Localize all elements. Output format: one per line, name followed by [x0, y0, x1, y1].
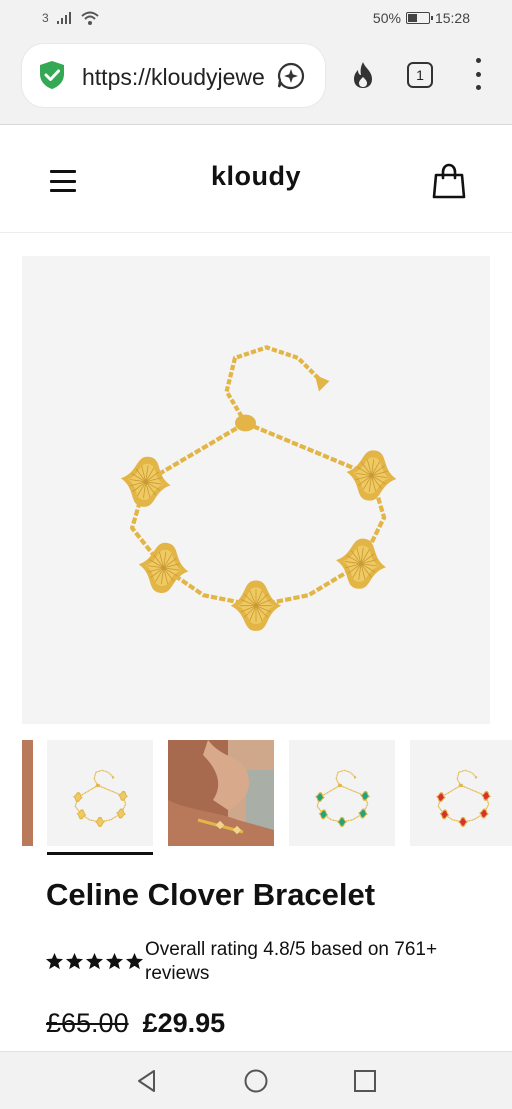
star-icon — [45, 952, 64, 970]
home-circle-icon[interactable] — [243, 1068, 269, 1094]
price-row: £65.00 £29.95 — [46, 1008, 225, 1039]
battery-fill — [407, 14, 418, 22]
address-bar[interactable]: https://kloudyjewellery.co.uk — [22, 44, 325, 107]
thumbnail-green[interactable] — [289, 740, 395, 846]
clock: 15:28 — [434, 10, 470, 26]
site-header: kloudy — [0, 131, 512, 233]
thumbnail-red[interactable] — [410, 740, 512, 846]
thumbnail-carousel — [0, 740, 512, 858]
bracelet-image — [120, 345, 397, 631]
star-icon — [65, 952, 84, 970]
signal-icon — [56, 12, 71, 24]
fire-icon[interactable] — [348, 60, 378, 90]
url-text[interactable]: https://kloudyjewellery.co.uk — [82, 64, 264, 91]
star-icon — [125, 952, 144, 970]
product-main-image[interactable] — [22, 256, 490, 724]
status-left: 3 — [42, 11, 99, 25]
star-icon — [85, 952, 104, 970]
sale-price: £29.95 — [142, 1008, 226, 1038]
rating-stars[interactable] — [45, 952, 144, 971]
thumbnail-model[interactable] — [168, 740, 274, 846]
star-icon — [105, 952, 124, 970]
shopping-bag-icon[interactable] — [432, 163, 466, 199]
recents-square-icon[interactable] — [352, 1068, 378, 1094]
thumbnail-partial[interactable] — [22, 740, 33, 846]
sparkle-icon[interactable] — [276, 61, 306, 91]
rating-summary[interactable]: Overall rating 4.8/5 based on 761+ revie… — [145, 938, 475, 986]
battery-percent: 50% — [372, 10, 401, 26]
tabs-icon[interactable]: 1 — [407, 62, 433, 88]
thumbnail-gold-image — [72, 769, 129, 827]
shield-check-icon[interactable] — [36, 59, 68, 91]
sim-label: 3 — [42, 11, 49, 25]
thumbnail-gold[interactable] — [47, 740, 153, 846]
thumbnail-model-image — [168, 740, 274, 846]
product-title: Celine Clover Bracelet — [46, 877, 376, 912]
status-right: 50% 15:28 — [373, 10, 470, 26]
thumbnail-red-image — [435, 769, 492, 827]
thumbnail-green-image — [314, 769, 371, 827]
system-nav-bar — [0, 1051, 512, 1109]
more-vert-icon[interactable] — [468, 58, 488, 90]
back-triangle-icon[interactable] — [134, 1068, 160, 1094]
status-bar: 3 50% 15:28 — [0, 0, 512, 38]
original-price: £65.00 — [46, 1008, 129, 1038]
thumbnail-active-indicator — [47, 852, 153, 855]
battery-icon — [405, 12, 433, 24]
wifi-icon — [81, 11, 99, 25]
browser-toolbar: https://kloudyjewellery.co.uk 1 — [0, 38, 512, 125]
